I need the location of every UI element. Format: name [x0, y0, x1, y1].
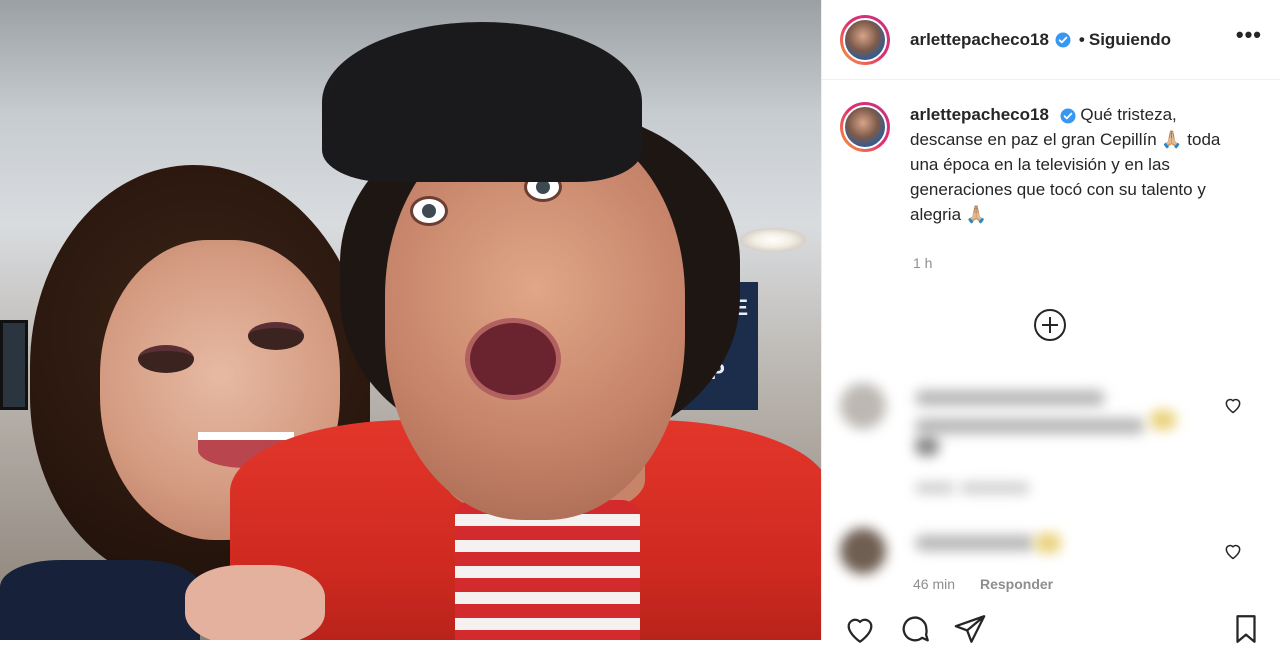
follow-status-button[interactable]: • Siguiendo — [1079, 30, 1171, 50]
ceiling-light — [740, 228, 806, 252]
comment-meta — [915, 482, 955, 494]
woman-hand — [185, 565, 325, 640]
comment-line — [915, 418, 1145, 434]
bookmark-icon[interactable] — [1229, 612, 1263, 646]
man-left-eye — [410, 196, 448, 226]
reply-button[interactable]: Responder — [980, 576, 1053, 592]
woman-blouse — [0, 560, 200, 640]
caption-avatar[interactable] — [840, 102, 890, 152]
woman-left-eye — [138, 345, 194, 373]
post-time: 1 h — [913, 255, 933, 271]
post-viewer: NTE IO .P arlettepacheco18 •Siguiendo •• — [0, 0, 1280, 643]
paper-plane-icon[interactable] — [953, 612, 987, 646]
heart-icon[interactable] — [1223, 541, 1243, 561]
man-open-mouth — [465, 318, 561, 400]
comment-emoji — [915, 436, 939, 456]
woman-right-eye — [248, 322, 304, 350]
verified-badge-icon — [1055, 32, 1071, 48]
caption-verified-icon — [1060, 108, 1076, 124]
post-photo[interactable]: NTE IO .P — [0, 0, 821, 640]
man-striped-shirt — [455, 500, 640, 640]
more-options-icon[interactable]: ••• — [1236, 22, 1262, 48]
background-screen — [0, 320, 28, 410]
comment-icon[interactable] — [898, 612, 932, 646]
comment-meta — [960, 482, 1030, 494]
comment-line — [915, 390, 1105, 406]
comment-emoji — [1035, 533, 1061, 553]
man-black-cap — [322, 22, 642, 182]
comment-avatar — [840, 383, 886, 429]
caption-avatar-image — [843, 105, 887, 149]
comment-emoji — [1150, 410, 1176, 430]
post-header: arlettepacheco18 • Siguiendo ••• — [822, 0, 1280, 80]
comment-avatar — [840, 528, 886, 574]
avatar[interactable] — [840, 14, 890, 65]
comment-line — [915, 535, 1035, 551]
caption-text: arlettepacheco18 Qué tristeza, descanse … — [910, 102, 1230, 227]
username-link[interactable]: arlettepacheco18 — [910, 30, 1049, 50]
plus-circle-icon[interactable] — [1033, 308, 1067, 342]
caption-username[interactable]: arlettepacheco18 — [910, 105, 1049, 124]
caption: arlettepacheco18 Qué tristeza, descanse … — [840, 102, 1260, 227]
follow-status-label: Siguiendo — [1088, 29, 1172, 49]
heart-icon[interactable] — [1223, 395, 1243, 415]
comment-time: 46 min — [913, 576, 956, 592]
avatar-image — [843, 17, 887, 62]
heart-icon[interactable] — [843, 612, 877, 646]
separator-dot: • — [1078, 29, 1085, 49]
